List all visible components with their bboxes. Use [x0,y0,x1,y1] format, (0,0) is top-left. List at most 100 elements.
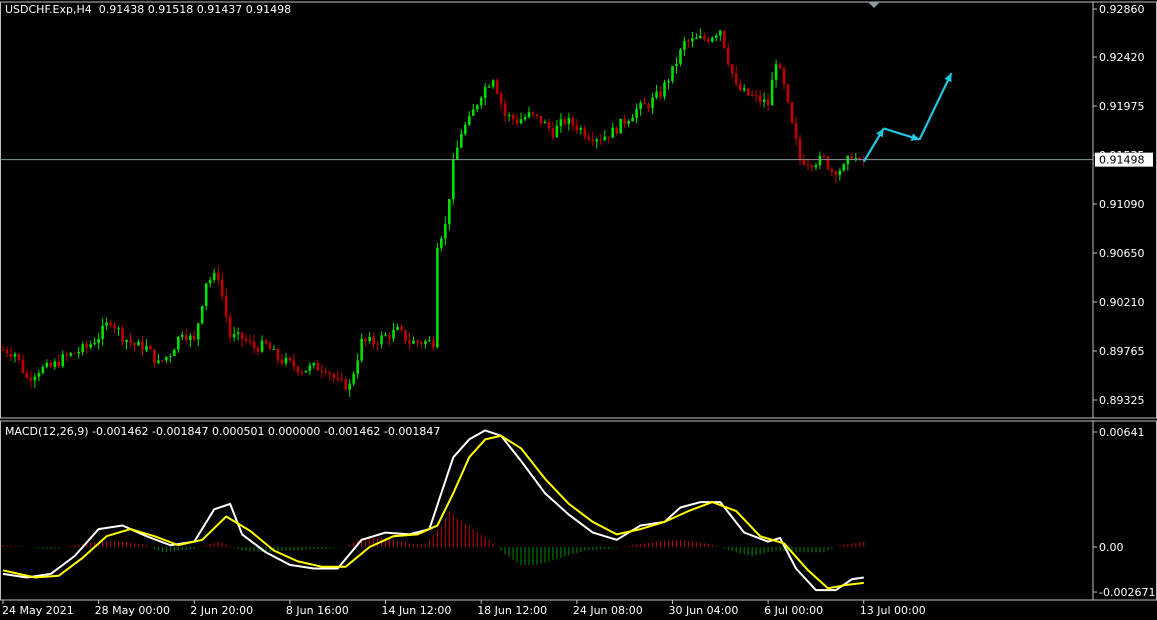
candle-body [188,335,192,340]
candle-body [786,84,790,103]
candle-body [236,332,240,334]
candle-body [722,30,726,48]
candle-body [228,316,232,338]
candle-body [29,377,33,381]
candle-body [292,360,296,367]
candle-body [85,344,88,348]
candle-body [404,330,407,342]
candle-body [671,65,674,82]
candle-body [639,102,642,109]
candle-body [575,125,579,130]
candle-body [635,108,638,118]
candle-body [675,63,678,66]
candle-body [436,247,439,348]
candle-body [312,362,316,366]
candle-body [37,373,41,377]
candle-body [615,127,618,134]
candle-body [750,95,754,97]
candle-body [826,156,830,170]
candle-body [802,159,806,165]
candle-body [814,165,818,168]
candle-body [822,155,826,157]
candle-body [591,139,595,142]
candle-body [535,114,539,117]
candle-body [45,362,49,367]
candle-body [838,170,842,176]
chart-canvas[interactable]: 0.928600.924200.919750.915350.910900.906… [0,0,1157,620]
candle-body [396,326,399,330]
candle-body [117,328,120,330]
candle-body [730,64,734,74]
candle-body [547,121,551,129]
candle-body [368,336,371,341]
candle-body [65,354,69,356]
candle-body [515,119,519,124]
candle-body [551,128,555,138]
candle-body [511,115,515,120]
candle-body [69,353,73,356]
candle-body [153,349,156,364]
candle-body [216,272,220,280]
candle-body [149,345,152,350]
candle-body [380,335,383,345]
candle-body [284,357,288,364]
candle-body [208,279,212,284]
candle-body [264,340,268,344]
candle-body [336,377,340,379]
candle-body [715,35,718,38]
candle-body [173,349,176,356]
price-tick-label: 0.91975 [1099,100,1145,113]
candle-body [758,95,762,103]
candle-body [157,360,160,364]
candle-body [834,171,838,176]
price-tick-label: 0.89765 [1099,345,1145,358]
candle-body [587,136,591,140]
candle-body [121,328,124,342]
candle-body [177,336,180,350]
time-tick-label: 8 Jun 16:00 [286,604,349,617]
candle-body [491,80,495,87]
candle-body [308,365,312,371]
time-tick-label: 24 May 2021 [2,604,74,617]
time-tick-label: 2 Jun 20:00 [190,604,253,617]
candle-body [711,37,714,42]
candle-body [455,147,459,160]
candle-body [332,374,336,378]
candle-body [475,105,479,110]
candle-body [161,360,164,362]
candle-body [105,322,108,326]
candle-body [452,159,455,200]
candle-body [719,30,722,36]
candle-body [33,376,37,381]
macd-tick-label: 0.00641 [1099,426,1145,439]
candle-body [444,223,447,239]
candle-body [471,109,475,116]
time-tick-label: 14 Jun 12:00 [382,604,452,617]
candle-body [133,342,136,346]
candle-body [137,341,140,346]
candle-body [726,47,730,65]
candle-body [320,370,324,372]
candle-body [583,128,587,137]
candle-body [818,155,822,166]
candle-body [523,117,527,120]
candle-body [623,118,626,124]
candle-body [432,340,435,348]
candle-body [448,199,451,224]
candle-body [288,357,292,361]
candle-body [531,112,535,115]
candle-body [659,91,662,97]
price-tick-label: 0.92860 [1099,3,1145,16]
candle-body [428,340,431,342]
candle-body [340,378,344,380]
candle-body [21,359,25,373]
candle-body [595,139,599,142]
candle-body [328,372,332,375]
candle-body [667,81,670,83]
candle-body [272,349,276,351]
candle-body [647,104,650,109]
forecast-arrow [918,72,953,140]
candle-body [695,37,698,39]
candle-body [224,295,228,317]
candle-body [248,340,252,342]
